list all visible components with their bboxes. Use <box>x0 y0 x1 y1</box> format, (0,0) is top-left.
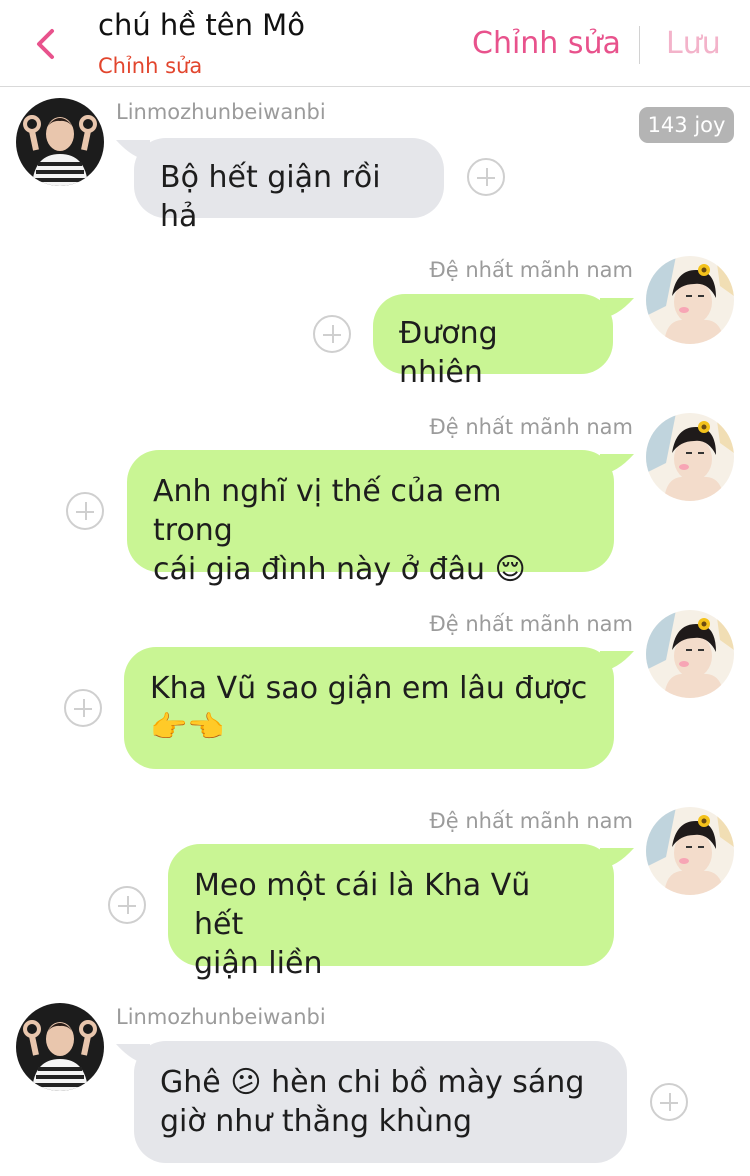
header-divider <box>639 26 640 64</box>
avatar[interactable] <box>646 610 734 698</box>
back-chevron-icon[interactable] <box>30 26 64 62</box>
avatar[interactable] <box>646 413 734 501</box>
add-reaction-button[interactable] <box>108 886 146 924</box>
save-button[interactable]: Lưu <box>666 26 721 61</box>
chat-title: chú hề tên Mô <box>98 8 305 42</box>
avatar[interactable] <box>16 98 104 186</box>
message-text-line: 👉👈 <box>150 710 225 745</box>
sender-name: Đệ nhất mãnh nam <box>429 809 633 833</box>
add-reaction-button[interactable] <box>66 492 104 530</box>
sender-name: Đệ nhất mãnh nam <box>429 415 633 439</box>
message-bubble[interactable]: Anh nghĩ vị thế của em trong cái gia đìn… <box>127 450 614 587</box>
avatar[interactable] <box>16 1003 104 1091</box>
message-bubble[interactable]: Đương nhiên <box>373 294 613 390</box>
message-text-line: giận liền <box>194 946 323 981</box>
edit-button[interactable]: Chỉnh sửa <box>472 26 621 61</box>
message-text: Bộ hết giận rồi hả <box>160 160 381 234</box>
message-text-line: Meo một cái là Kha Vũ hết <box>194 868 531 942</box>
message-bubble[interactable]: Ghê 😕 hèn chi bồ mày sáng giờ như thằng … <box>134 1041 627 1163</box>
chat-header: chú hề tên Mô Chỉnh sửa Chỉnh sửa Lưu <box>0 0 750 87</box>
message-text: Đương nhiên <box>399 316 498 390</box>
sender-name: Đệ nhất mãnh nam <box>429 612 633 636</box>
message-text-line: giờ như thằng khùng <box>160 1104 473 1139</box>
sender-name: Đệ nhất mãnh nam <box>429 258 633 282</box>
avatar[interactable] <box>646 256 734 344</box>
chat-subtitle: Chỉnh sửa <box>98 54 203 78</box>
sender-name: Linmozhunbeiwanbi <box>116 100 326 124</box>
message-text-line: Anh nghĩ vị thế của em trong <box>153 474 502 548</box>
add-reaction-button[interactable] <box>650 1083 688 1121</box>
sender-name: Linmozhunbeiwanbi <box>116 1005 326 1029</box>
add-reaction-button[interactable] <box>467 158 505 196</box>
message-bubble[interactable]: Bộ hết giận rồi hả <box>134 138 444 234</box>
points-badge: 143 joy <box>639 107 734 143</box>
message-bubble[interactable]: Meo một cái là Kha Vũ hết giận liền <box>168 844 614 981</box>
add-reaction-button[interactable] <box>313 315 351 353</box>
avatar[interactable] <box>646 807 734 895</box>
message-bubble[interactable]: Kha Vũ sao giận em lâu được 👉👈 <box>124 647 614 769</box>
message-text-line: Ghê 😕 hèn chi bồ mày sáng <box>160 1065 585 1100</box>
message-text-line: cái gia đình này ở đâu 😌 <box>153 552 526 587</box>
message-text-line: Kha Vũ sao giận em lâu được <box>150 671 588 706</box>
add-reaction-button[interactable] <box>64 689 102 727</box>
